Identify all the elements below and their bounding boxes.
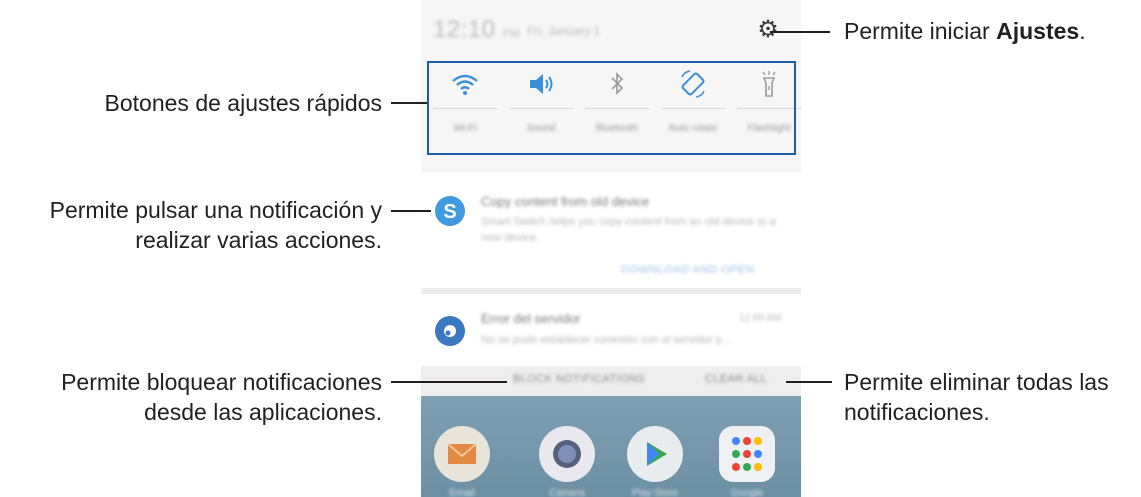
quick-settings-highlight — [427, 61, 796, 155]
notification-card[interactable]: Error del servidor 12:00 AM No se pudo e… — [421, 294, 801, 367]
leader-line — [391, 102, 427, 104]
leader-line — [391, 381, 507, 383]
home-app-label: Google — [730, 488, 764, 497]
block-notifications-button[interactable]: BLOCK NOTIFICATIONS — [513, 373, 645, 385]
clear-all-button[interactable]: CLEAR ALL — [705, 373, 767, 385]
leader-line — [391, 210, 431, 212]
settings-callout: Permite iniciar Ajustes. — [844, 18, 1086, 44]
block-notifications-callout: Permite bloquear notificaciones desde la… — [61, 369, 382, 425]
music-icon — [435, 316, 465, 346]
notification-time: 12:00 AM — [739, 313, 782, 324]
notification-title: Error del servidor — [481, 311, 581, 326]
leader-line — [786, 381, 832, 383]
home-app-label: Camera — [549, 488, 585, 497]
home-screen: Email Camera Play Store Google — [421, 396, 801, 497]
notification-list: S Copy content from old device Smart Swi… — [421, 172, 801, 367]
notification-text: No se pudo establecer conexión con el se… — [481, 334, 732, 346]
home-app-label: Play Store — [631, 488, 679, 497]
svg-text:S: S — [443, 201, 456, 223]
date-text: Fri, January 1 — [527, 24, 601, 38]
quick-settings-callout: Botones de ajustes rápidos — [104, 90, 382, 116]
notification-callout: Permite pulsar una notificación y realiz… — [49, 197, 382, 253]
home-app-label: Email — [449, 488, 475, 497]
email-icon[interactable] — [434, 426, 490, 482]
notification-title: Copy content from old device — [481, 194, 650, 209]
download-and-open-button[interactable]: DOWNLOAD AND OPEN — [621, 264, 754, 276]
camera-icon[interactable] — [539, 426, 595, 482]
leader-line — [770, 31, 830, 33]
notification-panel-header: 12:10 PM Fri, January 1 ⚙ — [421, 0, 801, 60]
clock: 12:10 PM — [433, 16, 521, 43]
notification-card[interactable]: S Copy content from old device Smart Swi… — [421, 172, 801, 282]
smart-switch-icon: S — [435, 196, 465, 226]
settings-gear-icon[interactable]: ⚙ — [756, 18, 780, 42]
notification-text: Smart Switch helps you copy content from… — [481, 216, 776, 244]
play-store-icon[interactable] — [627, 426, 683, 482]
google-folder-icon[interactable] — [719, 426, 775, 482]
clear-all-callout: Permite eliminar todas las notificacione… — [844, 369, 1109, 425]
